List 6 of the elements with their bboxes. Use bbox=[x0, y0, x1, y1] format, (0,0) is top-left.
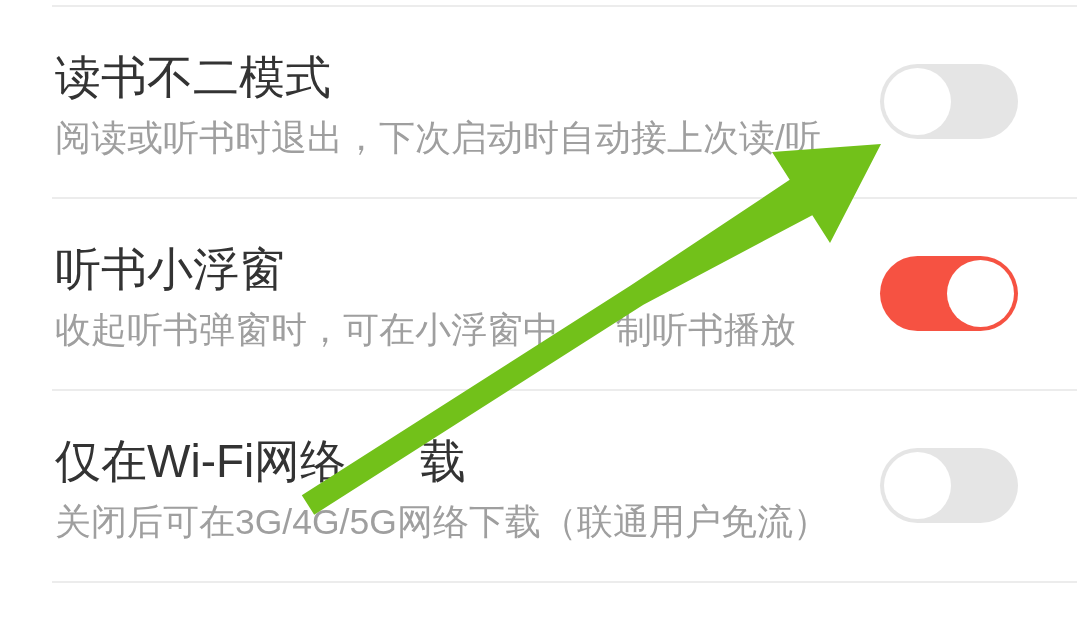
setting-title: 载 bbox=[419, 434, 466, 489]
setting-description: 关闭后可在3G/4G/5G网络下载（联通用户免流） bbox=[55, 501, 829, 544]
setting-title: 听书小浮窗 bbox=[55, 242, 285, 297]
setting-title: 读书不二模式 bbox=[55, 50, 331, 105]
setting-description: 收起听书弹窗时，可在小浮窗中 bbox=[55, 309, 559, 352]
setting-description: 制听书播放 bbox=[615, 309, 796, 352]
